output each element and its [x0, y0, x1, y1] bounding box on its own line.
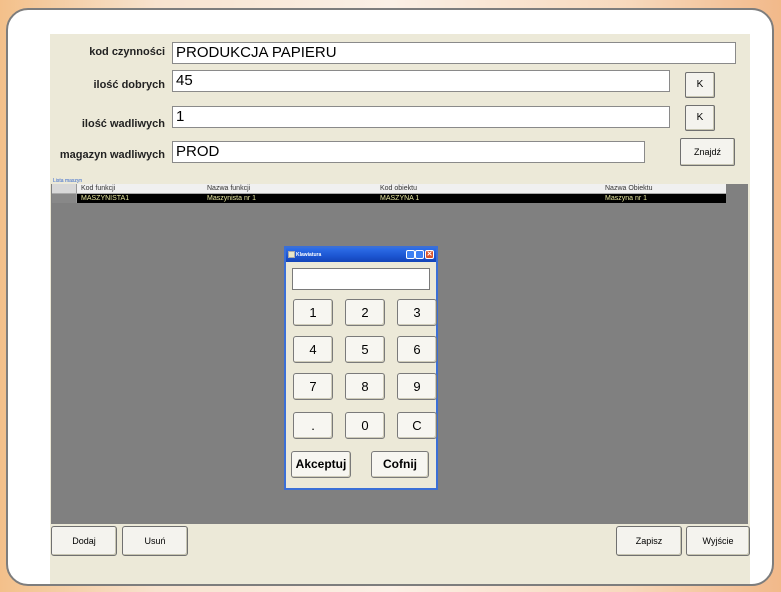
- col-header-function-name: Nazwa funkcji: [207, 185, 251, 192]
- keypad-display-input[interactable]: [292, 268, 430, 290]
- key-1[interactable]: 1: [293, 299, 333, 326]
- keypad-dialog-title: Klawiatura: [296, 252, 322, 258]
- row-header[interactable]: [52, 194, 77, 203]
- key-9[interactable]: 9: [397, 373, 437, 400]
- key-5[interactable]: 5: [345, 336, 385, 363]
- close-icon[interactable]: ✕: [425, 250, 434, 259]
- maximize-icon[interactable]: [415, 250, 424, 259]
- table-row[interactable]: MASZYNISTA1 Maszynista nr 1 MASZYNA 1 Ma…: [52, 194, 726, 203]
- add-button[interactable]: Dodaj: [51, 526, 117, 556]
- grid-header: Kod funkcji Nazwa funkcji Kod obiektu Na…: [52, 184, 726, 194]
- col-header-object-name: Nazwa Obiektu: [605, 185, 653, 192]
- key-4[interactable]: 4: [293, 336, 333, 363]
- cell-object-name: Maszyna nr 1: [605, 195, 648, 202]
- key-clear[interactable]: C: [397, 412, 437, 439]
- activity-code-label: kod czynności: [89, 46, 165, 58]
- keypad-dialog-titlebar[interactable]: Klawiatura ✕: [286, 248, 436, 262]
- good-qty-field[interactable]: 45: [172, 70, 670, 92]
- col-header-function-code: Kod funkcji: [81, 185, 116, 192]
- activity-code-field[interactable]: PRODUKCJA PAPIERU: [172, 42, 736, 64]
- key-3[interactable]: 3: [397, 299, 437, 326]
- keypad-dialog: Klawiatura ✕ 1 2 3 4 5 6 7 8 9 . 0 C Akc…: [284, 246, 438, 490]
- good-qty-keypad-button[interactable]: K: [685, 72, 715, 98]
- key-decimal[interactable]: .: [293, 412, 333, 439]
- defect-qty-keypad-button[interactable]: K: [685, 105, 715, 131]
- cell-function-name: Maszynista nr 1: [207, 195, 257, 202]
- col-header-object-code: Kod obiektu: [380, 185, 417, 192]
- accept-button[interactable]: Akceptuj: [291, 451, 351, 478]
- key-0[interactable]: 0: [345, 412, 385, 439]
- app-window: kod czynności PRODUKCJA PAPIERU ilość do…: [50, 34, 750, 584]
- key-8[interactable]: 8: [345, 373, 385, 400]
- key-6[interactable]: 6: [397, 336, 437, 363]
- key-2[interactable]: 2: [345, 299, 385, 326]
- key-7[interactable]: 7: [293, 373, 333, 400]
- cell-function-code: MASZYNISTA1: [81, 195, 130, 202]
- remove-button[interactable]: Usuń: [122, 526, 188, 556]
- defect-qty-label: ilość wadliwych: [81, 118, 165, 130]
- defect-qty-field[interactable]: 1: [172, 106, 670, 128]
- minimize-icon[interactable]: [406, 250, 415, 259]
- find-button[interactable]: Znajdź: [680, 138, 735, 166]
- cancel-button[interactable]: Cofnij: [371, 451, 429, 478]
- good-qty-label: ilość dobrych: [93, 79, 165, 91]
- defect-store-label: magazyn wadliwych: [59, 149, 165, 161]
- defect-store-field[interactable]: PROD: [172, 141, 645, 163]
- exit-button[interactable]: Wyjście: [686, 526, 750, 556]
- save-button[interactable]: Zapisz: [616, 526, 682, 556]
- window-app-icon: [288, 251, 295, 258]
- grid-header-corner: [52, 184, 77, 193]
- cell-object-code: MASZYNA 1: [380, 195, 420, 202]
